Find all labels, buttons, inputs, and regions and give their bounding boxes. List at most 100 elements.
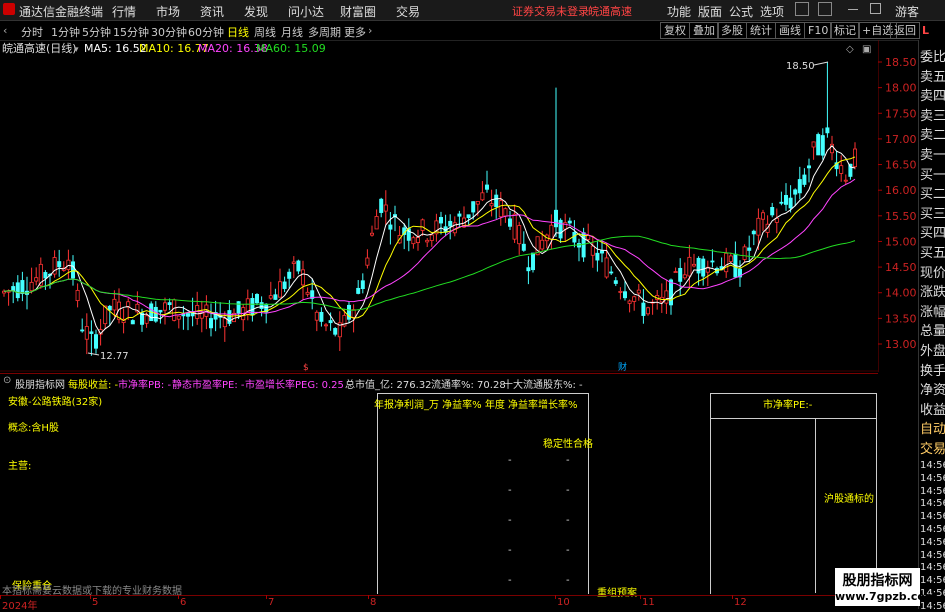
ma5-line [3,145,856,335]
period-15min[interactable]: 15分钟 [113,24,149,40]
window-icon[interactable] [818,2,832,16]
candle-body [825,127,830,134]
side-item[interactable]: 卖四 [920,85,945,104]
ma-lines [3,145,856,335]
menu-zixun[interactable]: 资讯 [200,3,224,20]
indicator-name[interactable]: 股朋指标网 [15,376,65,391]
side-item[interactable]: 换手 [920,360,945,379]
candle-body [816,134,821,156]
candle-body [540,239,545,250]
period-30min[interactable]: 30分钟 [151,24,187,40]
watermark-badge: 股朋指标网 www.7gpzb.com [835,568,936,606]
candle-body [687,256,692,277]
chart-settings-icon[interactable]: ◇ [846,44,854,55]
candle-body [512,213,517,240]
candle-body [268,295,273,299]
side-item[interactable]: 涨跌 [920,281,945,300]
menu-gongshi[interactable]: 公式 [729,3,753,20]
period-more[interactable]: 更多 [344,24,366,40]
more-chevron-icon[interactable]: › [368,24,372,37]
side-item[interactable]: 买三 [920,203,945,222]
menu-faxian[interactable]: 发现 [244,3,268,20]
candle-body [305,291,310,295]
menu-wenxiaoda[interactable]: 问小达 [288,3,324,20]
side-item[interactable]: 买一 [920,164,945,183]
candle-body [236,301,241,314]
x-axis-label: 10 [557,597,570,608]
minimize-icon[interactable] [795,2,809,16]
period-fenshi[interactable]: 分时 [21,24,43,40]
y-tick-label: 17.50 [885,107,917,120]
side-item[interactable]: 现价 [920,262,945,281]
indicator-panel: ⊙ 股朋指标网 每股收益: - 市净率PB: - 静态市盈率PE: - 市盈增长… [0,373,878,612]
chart-maximize-icon[interactable]: ▣ [862,44,871,55]
btn-duogu[interactable]: 多股 [717,22,747,39]
period-month[interactable]: 月线 [281,24,303,40]
event-marker-s[interactable]: $ [303,363,309,372]
menu-jiaoyi[interactable]: 交易 [396,3,420,20]
minimize-line-icon[interactable] [848,9,858,10]
user-label[interactable]: 游客 [895,3,919,20]
maximize-icon[interactable] [870,3,881,14]
table-dash: - [566,575,570,586]
side-item[interactable]: 涨幅 [920,301,945,320]
side-item[interactable]: 卖三 [920,105,945,124]
indicator-main-business: 主营: [8,461,32,472]
btn-f10[interactable]: F10 [804,22,833,39]
side-item[interactable]: 自动 [920,418,945,437]
x-tick-mark [732,595,733,599]
side-item[interactable]: 总量 [920,320,945,339]
candle-body [623,291,628,299]
side-item[interactable]: 买四 [920,222,945,241]
side-item[interactable]: 卖二 [920,124,945,143]
menu-shichang[interactable]: 市场 [156,3,180,20]
period-5min[interactable]: 5分钟 [82,24,111,40]
side-item[interactable]: 买五 [920,242,945,261]
side-item[interactable]: 外盘 [920,340,945,359]
table-dash: - [566,545,570,556]
btn-huaxian[interactable]: 画线 [775,22,805,39]
indicator-float-ratio: 流通率%: 70.28 [431,380,506,391]
nav-left-icon[interactable]: ‹ [3,24,7,37]
event-marker-cai[interactable]: 财 [618,361,627,372]
table-dash: - [508,485,512,496]
candle-body [484,184,489,190]
menu-banmian[interactable]: 版面 [698,3,722,20]
side-time: 14:56 [920,498,945,510]
side-time: 14:56 [920,575,945,587]
y-tick-label: 14.00 [885,287,917,300]
menu-gongneng[interactable]: 功能 [667,3,691,20]
btn-biaoji[interactable]: 标记 [830,22,860,39]
side-item[interactable]: 委比 [920,46,945,65]
side-item[interactable]: 净资 [920,379,945,398]
period-60min[interactable]: 60分钟 [188,24,224,40]
side-item[interactable]: 卖一 [920,144,945,163]
side-item[interactable]: 收益 [920,399,945,418]
chart-dropdown-icon[interactable]: ▾ [74,45,79,55]
side-item[interactable]: 交易 [920,438,945,457]
y-tick-label: 18.50 [885,56,917,69]
menu-caifuquan[interactable]: 财富圈 [340,3,376,20]
candle-body [43,272,48,279]
y-tick-label: 18.00 [885,82,917,95]
period-1min[interactable]: 1分钟 [51,24,80,40]
side-item[interactable]: 卖五 [920,66,945,85]
btn-fanhui[interactable]: 返回 [890,22,920,39]
sidepanel-L-label: L [922,24,930,37]
btn-diejia[interactable]: 叠加 [689,22,719,39]
indicator-gear-icon[interactable]: ⊙ [3,375,11,386]
period-multi[interactable]: 多周期 [308,24,341,40]
menu-hangqing[interactable]: 行情 [112,3,136,20]
kline-chart[interactable]: 皖通高速(日线) ▾ MA5: 16.52 MA10: 16.77 MA20: … [0,40,878,372]
candle-body [475,201,480,205]
side-item[interactable]: 买二 [920,183,945,202]
login-notice[interactable]: 证券交易未登录 [512,3,589,19]
btn-tongji[interactable]: 统计 [746,22,776,39]
x-axis-label: 11 [642,597,655,608]
period-week[interactable]: 周线 [254,24,276,40]
period-day[interactable]: 日线 [227,24,249,40]
btn-fuquan[interactable]: 复权 [660,22,690,39]
candle-body [438,217,443,224]
candle-body [636,289,641,294]
menu-xuanxiang[interactable]: 选项 [760,3,784,20]
